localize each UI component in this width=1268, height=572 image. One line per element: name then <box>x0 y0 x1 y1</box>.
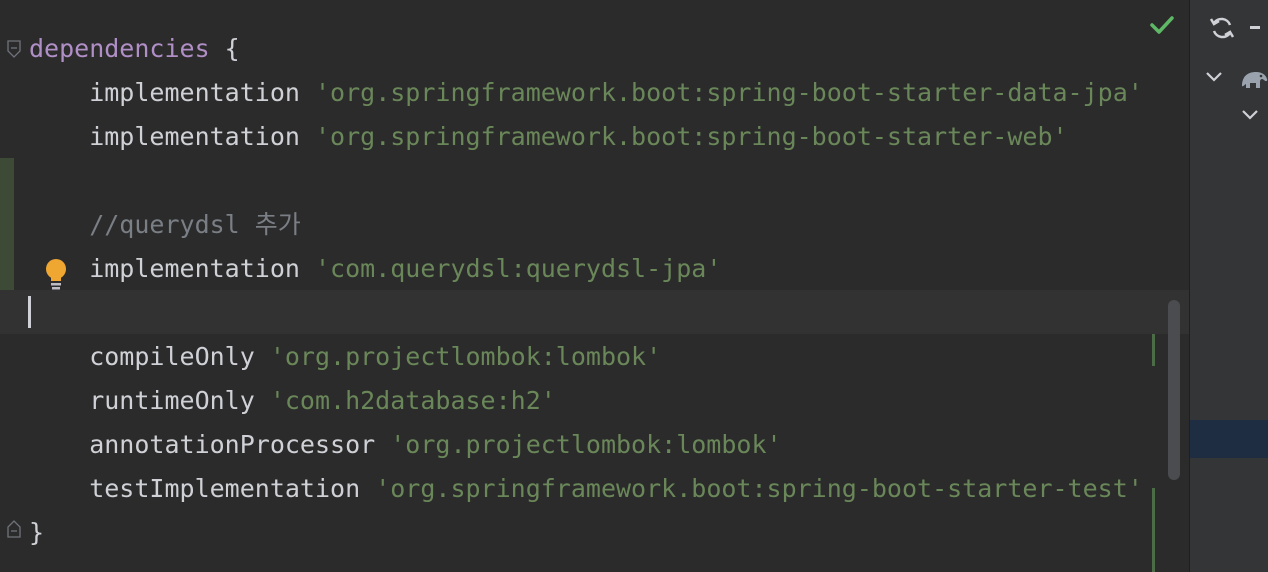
selected-tree-row[interactable] <box>1190 420 1268 458</box>
code-token: runtimeOnly <box>29 386 270 415</box>
code-line[interactable]: implementation 'com.querydsl:querydsl-jp… <box>29 247 721 291</box>
collapse-icon[interactable] <box>1250 26 1260 29</box>
code-line[interactable]: implementation 'org.springframework.boot… <box>29 71 1143 115</box>
chevron-down-icon[interactable] <box>1204 70 1224 84</box>
code-token: implementation <box>29 254 315 283</box>
string-literal: 'org.springframework.boot:spring-boot-st… <box>314 122 1068 151</box>
code-token: dependencies <box>29 34 210 63</box>
code-token: implementation <box>29 122 315 151</box>
code-line[interactable]: annotationProcessor 'org.projectlombok:l… <box>29 423 782 467</box>
code-editor[interactable]: dependencies { implementation 'org.sprin… <box>0 0 1189 572</box>
code-token: annotationProcessor <box>29 430 391 459</box>
error-stripe-mark[interactable] <box>1152 334 1155 366</box>
vertical-scrollbar[interactable] <box>1168 300 1180 480</box>
string-literal: 'com.querydsl:querydsl-jpa' <box>314 254 722 283</box>
string-literal: 'com.h2database:h2' <box>269 386 556 415</box>
code-comment: //querydsl 추가 <box>29 210 301 239</box>
fold-open-icon[interactable] <box>7 40 21 58</box>
code-line[interactable]: //querydsl 추가 <box>29 203 301 247</box>
code-line[interactable]: dependencies { <box>29 27 240 71</box>
code-token: } <box>29 518 45 547</box>
code-token: { <box>209 34 240 63</box>
code-line[interactable]: } <box>29 511 44 555</box>
gradle-tool-window <box>1189 0 1268 572</box>
current-line-highlight <box>0 290 1189 334</box>
code-token: compileOnly <box>29 342 270 371</box>
string-literal: 'org.projectlombok:lombok' <box>269 342 662 371</box>
code-line[interactable]: implementation 'org.springframework.boot… <box>29 115 1068 159</box>
string-literal: 'org.springframework.boot:spring-boot-st… <box>314 78 1143 107</box>
fold-close-icon[interactable] <box>7 520 21 538</box>
code-token: implementation <box>29 78 315 107</box>
string-literal: 'org.projectlombok:lombok' <box>390 430 782 459</box>
code-line[interactable]: testImplementation 'org.springframework.… <box>29 467 1143 511</box>
text-caret <box>28 296 31 328</box>
sync-icon[interactable] <box>1208 14 1236 42</box>
chevron-down-icon[interactable] <box>1240 108 1260 122</box>
error-stripe-mark[interactable] <box>1152 488 1155 572</box>
checkmark-icon[interactable] <box>1150 14 1174 36</box>
gradle-elephant-icon[interactable] <box>1240 66 1268 92</box>
code-line[interactable]: compileOnly 'org.projectlombok:lombok' <box>29 335 661 379</box>
code-line[interactable]: runtimeOnly 'com.h2database:h2' <box>29 379 556 423</box>
code-token: testImplementation <box>29 474 376 503</box>
string-literal: 'org.springframework.boot:spring-boot-st… <box>375 474 1143 503</box>
